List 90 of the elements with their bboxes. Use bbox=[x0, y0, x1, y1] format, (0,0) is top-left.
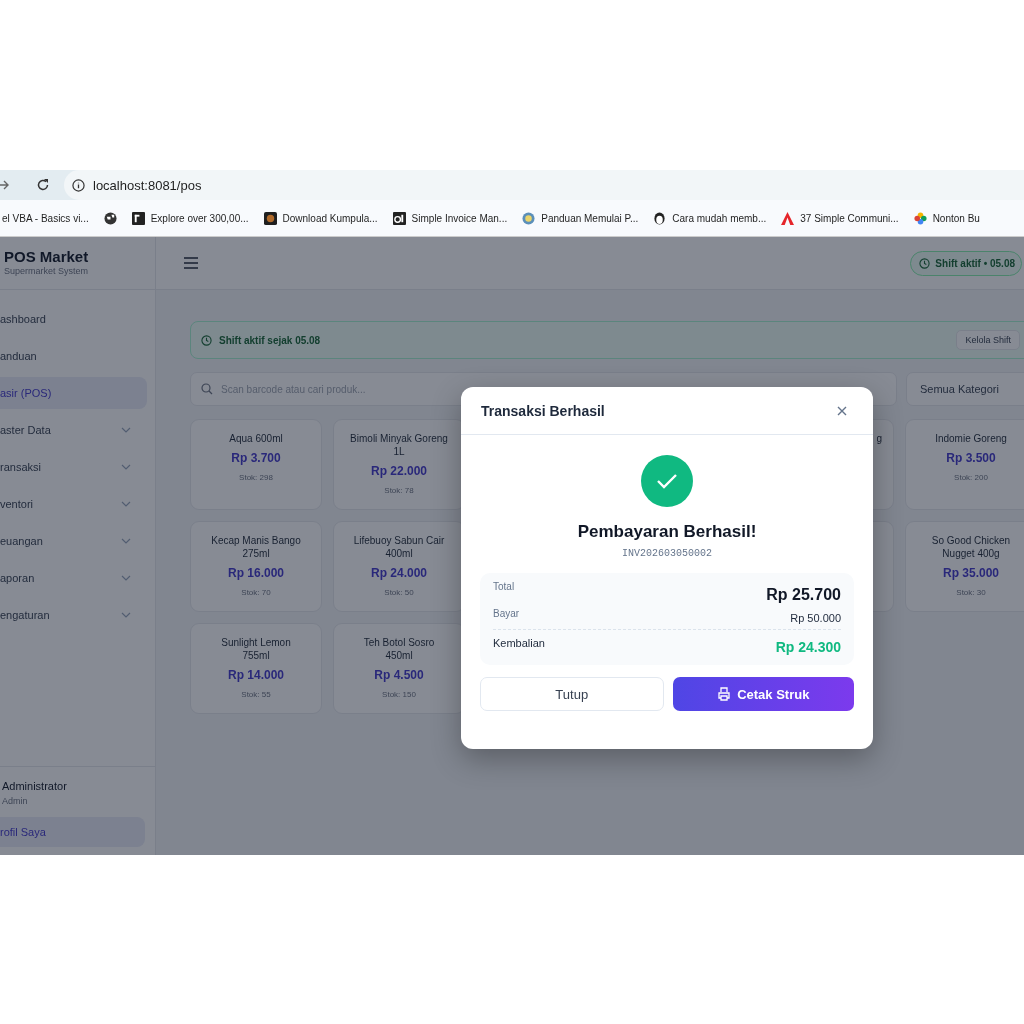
chevron-down-icon bbox=[121, 501, 131, 507]
product-card[interactable]: Indomie Goreng Rp 3.500 Stok: 200 bbox=[905, 419, 1024, 510]
manage-shift-button[interactable]: Kelola Shift bbox=[956, 330, 1020, 350]
product-name: g bbox=[875, 432, 882, 445]
summary-label: Kembalian bbox=[493, 637, 545, 649]
chevron-down-icon bbox=[121, 575, 131, 581]
stock-text: Stok: 298 bbox=[238, 473, 274, 482]
bookmark[interactable]: Nonton Bu bbox=[911, 208, 982, 228]
brand-title: POS Market bbox=[4, 248, 90, 265]
check-circle-icon bbox=[641, 455, 693, 507]
product-name: Kecap Manis Bango 275ml bbox=[210, 534, 302, 560]
profile-link[interactable]: rofil Saya bbox=[0, 817, 145, 847]
forward-icon[interactable] bbox=[0, 179, 10, 191]
site-icon bbox=[392, 211, 406, 225]
bookmark[interactable]: 37 Simple Communi... bbox=[779, 208, 901, 228]
product-price: Rp 24.000 bbox=[369, 566, 428, 580]
product-price: Rp 22.000 bbox=[369, 464, 428, 478]
close-dialog-button[interactable]: Tutup bbox=[480, 677, 664, 711]
printer-icon bbox=[717, 687, 732, 701]
site-icon bbox=[131, 211, 145, 225]
stock-text: Stok: 78 bbox=[383, 486, 415, 495]
url-text: localhost:8081/pos bbox=[93, 177, 202, 193]
site-icon bbox=[263, 211, 277, 225]
success-heading: Pembayaran Berhasil! bbox=[577, 522, 757, 542]
site-icon bbox=[522, 211, 536, 225]
nav-item[interactable]: ransaksi bbox=[0, 451, 147, 483]
stock-text: Stok: 150 bbox=[381, 690, 417, 699]
category-dropdown[interactable]: Semua Kategori bbox=[906, 372, 1024, 406]
product-price: Rp 35.000 bbox=[941, 566, 1000, 580]
brand-subtitle: Supermarket System bbox=[4, 266, 90, 276]
stock-text: Stok: 200 bbox=[953, 473, 989, 482]
nav-item[interactable]: aporan bbox=[0, 562, 147, 594]
user-role: Admin bbox=[1, 796, 29, 806]
bookmark[interactable]: Download Kumpula... bbox=[261, 208, 380, 228]
penguin-icon bbox=[653, 211, 667, 225]
chevron-down-icon bbox=[121, 427, 131, 433]
summary-label: Total bbox=[493, 581, 515, 592]
bookmark[interactable]: Explore over 300,00... bbox=[129, 208, 251, 228]
nav-item[interactable]: ventori bbox=[0, 488, 147, 520]
nav-item[interactable]: asir (POS) bbox=[0, 377, 147, 409]
nav-item[interactable]: aster Data bbox=[0, 414, 147, 446]
summary-label: Bayar bbox=[493, 608, 520, 619]
flower-icon bbox=[913, 211, 927, 225]
product-name: Lifebuoy Sabun Cair 400ml bbox=[352, 534, 446, 560]
user-name: Administrator bbox=[1, 780, 68, 792]
product-price: Rp 16.000 bbox=[226, 566, 285, 580]
product-name: Indomie Goreng bbox=[934, 432, 1008, 445]
product-name: Aqua 600ml bbox=[228, 432, 284, 445]
product-name: So Good Chicken Nugget 400g bbox=[930, 534, 1012, 560]
summary-value: Rp 25.700 bbox=[766, 586, 841, 604]
product-name: Sunlight Lemon 755ml bbox=[220, 636, 292, 662]
clock-icon bbox=[201, 334, 212, 346]
product-name: Bimoli Minyak Goreng 1L bbox=[350, 432, 448, 458]
product-card[interactable]: So Good Chicken Nugget 400g Rp 35.000 Stok: 30 bbox=[905, 521, 1024, 612]
chevron-down-icon bbox=[121, 464, 131, 470]
summary-value: Rp 50.000 bbox=[790, 612, 841, 624]
summary-value: Rp 24.300 bbox=[775, 639, 841, 655]
menu-icon[interactable] bbox=[184, 257, 198, 269]
product-card[interactable]: Aqua 600ml Rp 3.700 Stok: 298 bbox=[190, 419, 322, 510]
nav-item[interactable]: engaturan bbox=[0, 599, 147, 631]
nav-item[interactable]: euangan bbox=[0, 525, 147, 557]
print-receipt-button[interactable]: Cetak Struk bbox=[672, 677, 854, 711]
product-price: Rp 3.500 bbox=[945, 451, 997, 465]
product-price: Rp 4.500 bbox=[373, 668, 425, 682]
stock-text: Stok: 50 bbox=[383, 588, 415, 597]
bookmark[interactable]: Panduan Memulai P... bbox=[520, 208, 641, 228]
shift-badge: Shift aktif • 05.08 bbox=[910, 250, 1022, 276]
nav-item[interactable]: ashboard bbox=[0, 303, 147, 335]
clock-icon bbox=[919, 257, 931, 269]
product-price: Rp 3.700 bbox=[230, 451, 282, 465]
invoice-number: INV202603050002 bbox=[622, 548, 712, 559]
dialog-title: Transaksi Berhasil bbox=[481, 402, 605, 419]
info-icon[interactable] bbox=[72, 178, 85, 192]
bookmark[interactable]: Simple Invoice Man... bbox=[390, 208, 510, 228]
shift-text: Shift aktif sejak 05.08 bbox=[219, 334, 321, 346]
product-name: Teh Botol Sosro 450ml bbox=[362, 636, 436, 662]
reload-icon[interactable] bbox=[36, 178, 50, 192]
stock-text: Stok: 30 bbox=[955, 588, 987, 597]
close-icon bbox=[837, 405, 847, 416]
address-bar[interactable]: localhost:8081/pos bbox=[64, 170, 1024, 200]
globe-icon bbox=[103, 211, 117, 225]
chevron-down-icon bbox=[121, 612, 131, 618]
bookmark[interactable]: Cara mudah memb... bbox=[651, 208, 769, 228]
stock-text: Stok: 55 bbox=[240, 690, 272, 699]
bookmark[interactable]: el VBA - Basics vi... bbox=[0, 209, 91, 227]
nav-item[interactable]: anduan bbox=[0, 340, 147, 372]
chevron-down-icon bbox=[121, 538, 131, 544]
product-price: Rp 14.000 bbox=[226, 668, 285, 682]
product-card[interactable]: Sunlight Lemon 755ml Rp 14.000 Stok: 55 bbox=[190, 623, 322, 714]
triangle-icon bbox=[781, 211, 795, 225]
